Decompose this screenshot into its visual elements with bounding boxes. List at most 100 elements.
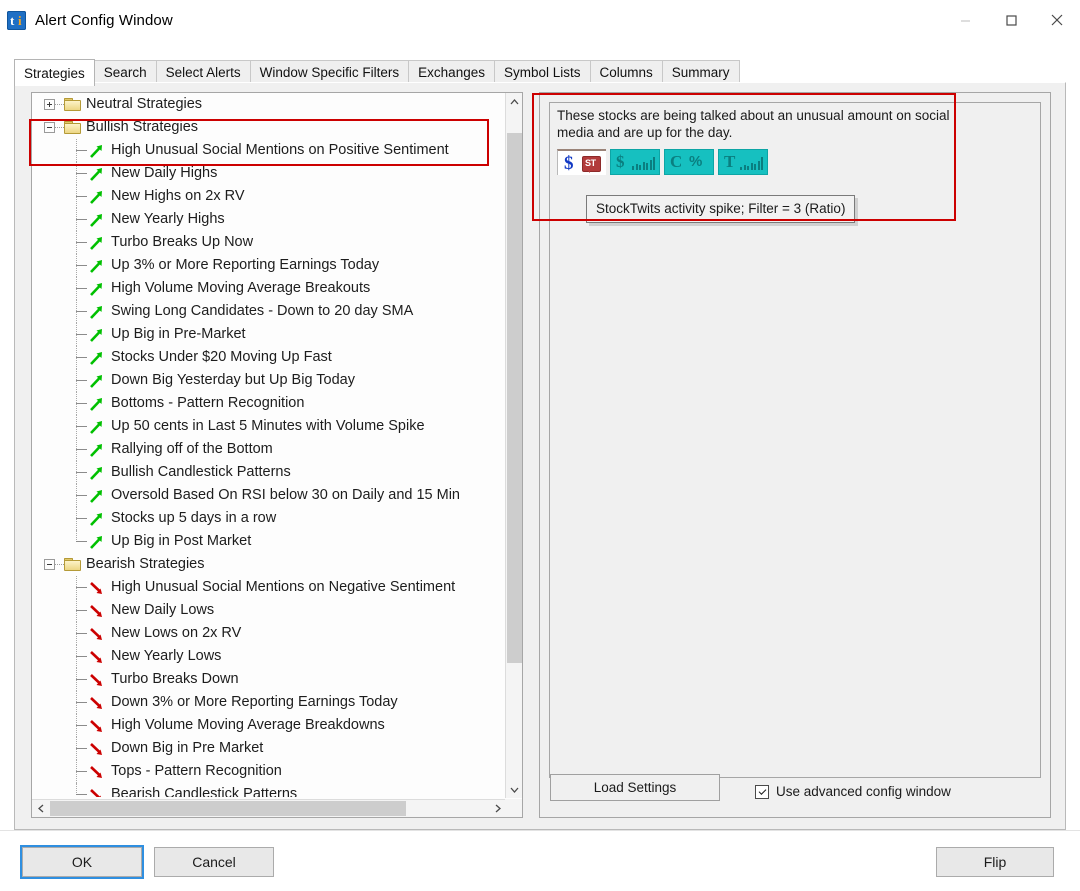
tree-item[interactable]: Down Big in Pre Market [32, 737, 506, 760]
tree-item[interactable]: Up 50 cents in Last 5 Minutes with Volum… [32, 415, 506, 438]
dollar-glyph: $ [616, 152, 625, 172]
tree-connector [76, 403, 87, 405]
tree-item-label: Bullish Candlestick Patterns [32, 461, 291, 484]
tree-item-label: Bottoms - Pattern Recognition [32, 392, 304, 415]
flip-button[interactable]: Flip [936, 847, 1054, 877]
tree-vertical-scrollbar[interactable] [505, 93, 522, 798]
tree-item[interactable]: Stocks up 5 days in a row [32, 507, 506, 530]
arrow-up-icon [89, 534, 105, 550]
tree-item[interactable]: New Yearly Lows [32, 645, 506, 668]
bar-chart-glyph [739, 154, 764, 170]
tree-group-neutral-strategies[interactable]: Neutral Strategies [32, 93, 506, 116]
tree-item-label: Turbo Breaks Down [32, 668, 239, 691]
time-bars-icon[interactable]: T [718, 149, 768, 175]
tree-connector [76, 242, 87, 244]
tree-connector [76, 288, 87, 290]
collapse-icon[interactable] [44, 122, 55, 133]
tree-connector [76, 771, 87, 773]
stocktwits-dollar-icon[interactable]: $ [557, 149, 606, 175]
window-title: Alert Config Window [35, 12, 173, 29]
tree-item[interactable]: Bottoms - Pattern Recognition [32, 392, 506, 415]
tree-item[interactable]: High Volume Moving Average Breakdowns [32, 714, 506, 737]
tree-scroll-thumb[interactable] [507, 133, 522, 663]
arrow-up-icon [89, 373, 105, 389]
tree-item[interactable]: New Daily Highs [32, 162, 506, 185]
checkbox-label: Use advanced config window [776, 784, 951, 799]
change-percent-icon[interactable]: C % [664, 149, 714, 175]
use-advanced-config-checkbox[interactable]: Use advanced config window [755, 784, 951, 799]
tree-item[interactable]: High Unusual Social Mentions on Positive… [32, 139, 506, 162]
scrollbar-corner [505, 799, 522, 817]
tree-connector [76, 633, 87, 635]
tree-item[interactable]: Oversold Based On RSI below 30 on Daily … [32, 484, 506, 507]
tree-item[interactable]: Swing Long Candidates - Down to 20 day S… [32, 300, 506, 323]
scroll-up-icon[interactable] [506, 93, 523, 110]
tree-item[interactable]: High Volume Moving Average Breakouts [32, 277, 506, 300]
price-bars-icon[interactable]: $ [610, 149, 660, 175]
close-icon[interactable] [1034, 0, 1080, 40]
arrow-up-icon [89, 281, 105, 297]
tree-item[interactable]: New Highs on 2x RV [32, 185, 506, 208]
folder-icon [64, 98, 81, 111]
tree-connector [76, 357, 87, 359]
tree-item[interactable]: Up Big in Pre-Market [32, 323, 506, 346]
tree-item-label: Up Big in Post Market [32, 530, 251, 553]
tree-connector [76, 311, 87, 313]
arrow-down-icon [89, 718, 105, 734]
tab-strategies[interactable]: Strategies [14, 59, 95, 86]
tree-connector [76, 426, 87, 428]
maximize-icon[interactable] [988, 0, 1034, 40]
tree-item[interactable]: Down Big Yesterday but Up Big Today [32, 369, 506, 392]
tree-item[interactable]: New Daily Lows [32, 599, 506, 622]
ok-button[interactable]: OK [22, 847, 142, 877]
scroll-down-icon[interactable] [506, 781, 523, 798]
strategy-tree[interactable]: Neutral StrategiesBullish StrategiesHigh… [32, 93, 506, 797]
tree-item[interactable]: New Yearly Highs [32, 208, 506, 231]
arrow-up-icon [89, 511, 105, 527]
collapse-icon[interactable] [44, 559, 55, 570]
tree-item-label: Rallying off of the Bottom [32, 438, 273, 461]
tree-item[interactable]: Tops - Pattern Recognition [32, 760, 506, 783]
arrow-down-icon [89, 787, 105, 797]
arrow-down-icon [89, 580, 105, 596]
arrow-down-icon [89, 764, 105, 780]
detail-panel: These stocks are being talked about an u… [539, 92, 1051, 818]
tree-connector [76, 656, 87, 658]
tree-group-bullish-strategies[interactable]: Bullish Strategies [32, 116, 506, 139]
tree-connector [55, 127, 64, 129]
checkbox-icon[interactable] [755, 785, 769, 799]
tree-hscroll-thumb[interactable] [50, 801, 406, 816]
tree-connector [76, 196, 87, 198]
arrow-up-icon [89, 488, 105, 504]
tree-item[interactable]: Bullish Candlestick Patterns [32, 461, 506, 484]
arrow-up-icon [89, 350, 105, 366]
tree-horizontal-scrollbar[interactable] [32, 799, 506, 817]
arrow-down-icon [89, 603, 105, 619]
tree-item-label: Stocks up 5 days in a row [32, 507, 276, 530]
tree-connector [76, 334, 87, 336]
tree-connector [76, 587, 87, 589]
tree-item[interactable]: Turbo Breaks Down [32, 668, 506, 691]
tree-item[interactable]: Bearish Candlestick Patterns [32, 783, 506, 797]
tree-item[interactable]: Up Big in Post Market [32, 530, 506, 553]
minimize-icon[interactable] [942, 0, 988, 40]
scroll-left-icon[interactable] [32, 800, 49, 817]
arrow-up-icon [89, 258, 105, 274]
scroll-right-icon[interactable] [489, 800, 506, 817]
tree-item[interactable]: Up 3% or More Reporting Earnings Today [32, 254, 506, 277]
tree-item[interactable]: Rallying off of the Bottom [32, 438, 506, 461]
tree-item[interactable]: New Lows on 2x RV [32, 622, 506, 645]
cancel-button[interactable]: Cancel [154, 847, 274, 877]
tree-item[interactable]: High Unusual Social Mentions on Negative… [32, 576, 506, 599]
folder-icon [64, 121, 81, 134]
expand-icon[interactable] [44, 99, 55, 110]
load-settings-button[interactable]: Load Settings [550, 774, 720, 801]
tree-item[interactable]: Stocks Under $20 Moving Up Fast [32, 346, 506, 369]
tree-item[interactable]: Down 3% or More Reporting Earnings Today [32, 691, 506, 714]
strategy-tree-panel[interactable]: Neutral StrategiesBullish StrategiesHigh… [31, 92, 523, 818]
tree-item-label: Tops - Pattern Recognition [32, 760, 282, 783]
tree-group-bearish-strategies[interactable]: Bearish Strategies [32, 553, 506, 576]
tree-connector [76, 380, 87, 382]
window-controls [942, 0, 1080, 40]
tree-item[interactable]: Turbo Breaks Up Now [32, 231, 506, 254]
